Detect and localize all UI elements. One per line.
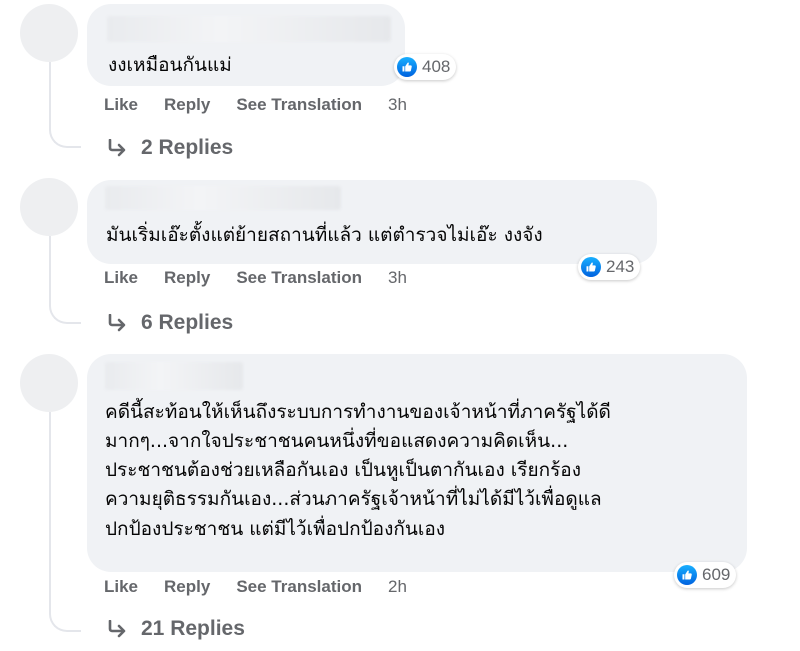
comment-text-line: ปกป้องประชาชน แต่มีไว้เพื่อปกป้องกันเอง [105,518,446,540]
comment-text-line: มากๆ...จากใจประชาชนคนหนึ่งที่ขอแสดงความค… [105,430,569,452]
author-name-redacted[interactable] [105,362,243,390]
avatar[interactable] [20,178,78,236]
like-button[interactable]: Like [104,95,138,115]
see-translation-button[interactable]: See Translation [236,268,362,288]
reply-button[interactable]: Reply [164,268,210,288]
view-replies-button[interactable]: 21 Replies [107,617,245,641]
replies-label: 6 Replies [141,311,234,334]
view-replies-button[interactable]: 6 Replies [107,311,233,335]
comment-text: งงเหมือนกันแม่ [108,54,232,76]
like-button[interactable]: Like [104,577,138,597]
like-icon [677,565,697,585]
timestamp[interactable]: 3h [388,95,407,115]
thread-connector [49,604,81,632]
avatar[interactable] [20,354,78,412]
thread-connector [49,296,81,324]
see-translation-button[interactable]: See Translation [236,577,362,597]
like-icon [581,257,601,277]
reaction-count-value: 408 [422,57,451,76]
comment-bubble: คดีนี้สะท้อนให้เห็นถึงระบบการทำงานของเจ้… [87,354,747,572]
author-name-redacted[interactable] [107,16,391,42]
avatar[interactable] [20,4,78,62]
thread-connector [49,120,81,148]
comment-text-line: ประชาชนต้องช่วยเหลือกันเอง เป็นหูเป็นตาก… [105,459,581,481]
timestamp[interactable]: 3h [388,268,407,288]
reaction-count[interactable]: 609 [674,562,737,588]
reaction-count[interactable]: 408 [394,54,457,80]
like-icon [397,57,417,77]
thread-line [49,412,51,608]
comment-bubble: งงเหมือนกันแม่ [87,4,405,86]
author-name-redacted[interactable] [105,186,341,210]
reaction-count-value: 243 [606,257,635,276]
like-button[interactable]: Like [104,268,138,288]
thread-line [49,62,51,126]
comment-text-line: คดีนี้สะท้อนให้เห็นถึงระบบการทำงานของเจ้… [105,401,611,423]
reply-button[interactable]: Reply [164,577,210,597]
reply-button[interactable]: Reply [164,95,210,115]
replies-label: 21 Replies [141,617,245,640]
reaction-count-value: 609 [702,565,731,584]
reply-arrow-icon [108,620,126,638]
view-replies-button[interactable]: 2 Replies [107,136,233,160]
reply-arrow-icon [108,314,126,332]
reply-arrow-icon [108,139,126,157]
thread-line [49,236,51,300]
comment-text: มันเริ่มเอ๊ะตั้งแต่ย้ายสถานที่แล้ว แต่ตำ… [106,224,543,246]
reaction-count[interactable]: 243 [578,254,641,280]
comment-text-line: ความยุติธรรมกันเอง...ส่วนภาครัฐเจ้าหน้าท… [105,488,602,510]
replies-label: 2 Replies [141,136,234,159]
see-translation-button[interactable]: See Translation [236,95,362,115]
comment-bubble: มันเริ่มเอ๊ะตั้งแต่ย้ายสถานที่แล้ว แต่ตำ… [87,180,657,264]
timestamp[interactable]: 2h [388,577,407,597]
